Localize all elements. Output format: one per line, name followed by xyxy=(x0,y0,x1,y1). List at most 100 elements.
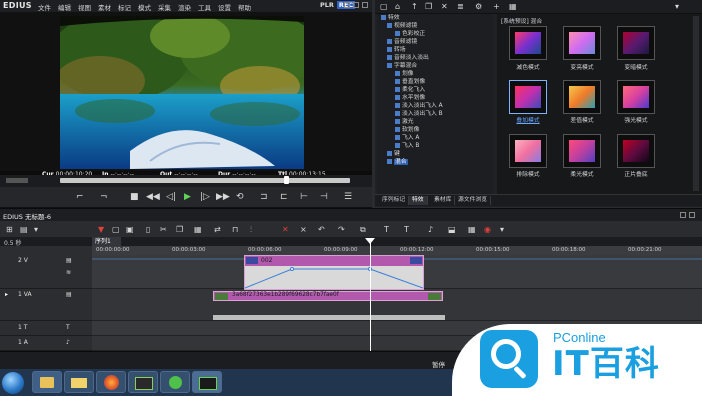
mode-icon[interactable]: ▯ xyxy=(146,225,150,234)
new-sequence-icon[interactable]: ▼ xyxy=(98,225,104,234)
taskbar-folder-icon[interactable] xyxy=(64,371,94,393)
split-clip-icon[interactable]: ⫶ xyxy=(250,225,252,235)
mark-icon[interactable]: ⊢ xyxy=(300,192,308,202)
menu-view[interactable]: 视图 xyxy=(78,2,91,12)
add-text-icon[interactable]: T xyxy=(404,225,409,234)
maximize-icon[interactable] xyxy=(353,2,359,8)
tree-item[interactable]: 垂直划像 xyxy=(395,79,425,86)
taskbar-app-icon[interactable] xyxy=(128,371,158,393)
close-icon[interactable] xyxy=(689,212,695,218)
fast-forward-icon[interactable]: ▶▶ xyxy=(216,192,230,202)
track-lock-icon[interactable]: ▤ xyxy=(66,291,72,298)
render-icon[interactable]: ▦ xyxy=(468,225,476,234)
minimize-icon[interactable] xyxy=(680,212,686,218)
menu-mode[interactable]: 模式 xyxy=(138,2,151,12)
ripple-icon[interactable]: ⇄ xyxy=(214,225,221,234)
effect-thumb-selected[interactable] xyxy=(509,80,547,114)
track-menu-icon[interactable]: ▾ xyxy=(34,225,38,234)
tree-item[interactable]: 字幕混合 xyxy=(387,63,417,70)
plr-button[interactable]: PLR xyxy=(318,1,336,9)
cut-icon[interactable]: ✂ xyxy=(160,225,167,234)
tree-item[interactable]: 软划像 xyxy=(395,127,419,134)
tree-item[interactable]: 激光 xyxy=(395,119,414,126)
mixer-icon[interactable]: ≋ xyxy=(66,269,71,276)
audio-icon[interactable]: ♪ xyxy=(428,225,433,234)
timeline-scrollbar[interactable] xyxy=(213,315,445,320)
new-folder-icon[interactable]: ❐ xyxy=(425,2,432,11)
effect-thumb[interactable] xyxy=(617,26,655,60)
set-in-icon[interactable]: ⌐ xyxy=(76,192,84,202)
track-header-1va[interactable]: ▸ 1 VA ▤ xyxy=(0,289,92,321)
expand-icon[interactable]: ▸ xyxy=(5,291,8,298)
step-forward-icon[interactable]: |▷ xyxy=(200,192,210,202)
shuttle-slider[interactable] xyxy=(6,178,28,183)
close-icon[interactable] xyxy=(362,2,368,8)
menu-settings[interactable]: 设置 xyxy=(218,2,231,12)
overwrite-to-timeline-icon[interactable]: ⊏ xyxy=(280,192,288,202)
clip-mix-area[interactable] xyxy=(244,266,424,289)
ripple-delete-icon[interactable]: ⨯ xyxy=(300,225,307,234)
thumbs-scrollbar[interactable] xyxy=(693,16,699,191)
save-icon[interactable]: ▣ xyxy=(126,225,134,234)
tab-sequence-markers[interactable]: 序列标记 xyxy=(379,196,410,205)
marker-icon[interactable]: ⬓ xyxy=(448,225,456,234)
add-icon[interactable]: + xyxy=(493,2,500,11)
delete-clip-icon[interactable]: ✕ xyxy=(282,225,289,234)
tree-item[interactable]: 色彩校正 xyxy=(395,31,425,38)
tree-item[interactable]: 淡入淡出飞入 B xyxy=(395,111,443,118)
tree-item-selected[interactable]: 混合 xyxy=(387,159,408,166)
add-transition-icon[interactable]: ⧉ xyxy=(360,225,366,235)
menu-icon[interactable]: ☰ xyxy=(344,192,352,202)
insert-to-timeline-icon[interactable]: ⊐ xyxy=(260,192,268,202)
tab-bin[interactable]: 素材库 xyxy=(431,196,456,205)
effect-thumb[interactable] xyxy=(563,26,601,60)
menu-clip[interactable]: 素材 xyxy=(98,2,111,12)
view-icon[interactable]: ▦ xyxy=(509,2,517,11)
step-back-icon[interactable]: ◁| xyxy=(166,192,176,202)
menu-help[interactable]: 帮助 xyxy=(238,2,251,12)
settings-icon[interactable]: ⚙ xyxy=(475,2,482,11)
redo-icon[interactable]: ↷ xyxy=(338,225,345,234)
effect-thumb[interactable] xyxy=(509,26,547,60)
track-header-2v[interactable]: 2 V ▤ ≋ xyxy=(0,255,92,289)
menu-edit[interactable]: 编辑 xyxy=(58,2,71,12)
undo-icon[interactable]: ↶ xyxy=(318,225,325,234)
menu-render[interactable]: 渲染 xyxy=(178,2,191,12)
add-title-icon[interactable]: T xyxy=(384,225,389,234)
open-project-icon[interactable]: ▢ xyxy=(112,225,120,234)
record-icon[interactable]: ◉ xyxy=(484,225,491,234)
position-slider-handle[interactable] xyxy=(284,176,289,184)
taskbar-edius-icon[interactable] xyxy=(192,371,222,393)
up-icon[interactable]: ↑ xyxy=(411,2,418,11)
menu-tools[interactable]: 工具 xyxy=(198,2,211,12)
track-mode-icon[interactable]: ⊞ xyxy=(6,225,13,234)
effect-thumb[interactable] xyxy=(563,134,601,168)
stop-icon[interactable]: ■ xyxy=(130,192,139,202)
tree-item[interactable]: 音频淡入淡出 xyxy=(387,55,429,62)
rewind-icon[interactable]: ◀◀ xyxy=(146,192,160,202)
effect-thumb[interactable] xyxy=(509,134,547,168)
tree-item[interactable]: 视频滤镜 xyxy=(387,23,417,30)
delete-icon[interactable]: ✕ xyxy=(441,2,448,11)
tab-sequence[interactable]: 序列1 xyxy=(92,237,121,246)
position-bar[interactable] xyxy=(60,178,350,183)
timeline-ruler[interactable]: 00:00:00:00 00:00:03:00 00:00:06:00 00:0… xyxy=(92,246,702,255)
paste-icon[interactable]: ▦ xyxy=(194,225,202,234)
track-header-1a[interactable]: 1 A ♪ xyxy=(0,336,92,351)
menu-file[interactable]: 文件 xyxy=(38,2,51,12)
effect-thumb[interactable] xyxy=(617,80,655,114)
effect-thumb[interactable] xyxy=(563,80,601,114)
video-audio-clip[interactable]: 3a68f27363e1b289f69628c7b7fae0f xyxy=(213,291,443,301)
menu-capture[interactable]: 采集 xyxy=(158,2,171,12)
folder-icon[interactable]: ▢ xyxy=(380,2,388,11)
start-button-icon[interactable] xyxy=(2,372,24,394)
tree-toggle-icon[interactable]: ⌂ xyxy=(395,2,400,11)
settings-icon[interactable]: ▾ xyxy=(500,225,504,234)
copy-icon[interactable]: ❐ xyxy=(176,225,183,234)
taskbar-ie-icon[interactable] xyxy=(160,371,190,393)
tab-effects[interactable]: 特效 xyxy=(409,196,428,205)
menu-marker[interactable]: 标记 xyxy=(118,2,131,12)
tree-item[interactable]: 淡入淡出飞入 A xyxy=(395,103,443,110)
tree-item[interactable]: 飞入 B xyxy=(395,143,419,150)
track-lock-icon[interactable]: ▤ xyxy=(20,225,28,234)
